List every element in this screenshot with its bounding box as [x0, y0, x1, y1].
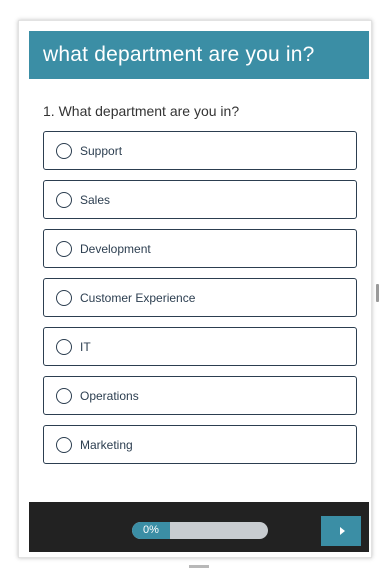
next-arrow-icon — [339, 527, 345, 535]
progress-bar: 0% — [132, 522, 268, 539]
radio-button[interactable] — [56, 289, 72, 306]
radio-button[interactable] — [56, 338, 72, 355]
radio-button[interactable] — [56, 387, 72, 404]
option-marketing[interactable]: Marketing — [43, 425, 357, 464]
scrollbar-handle[interactable] — [376, 284, 379, 302]
survey-panel: what department are you in? 1. What depa… — [18, 20, 372, 558]
answer-options: Support Sales Development Customer Exper… — [43, 131, 357, 474]
option-label: Operations — [80, 388, 139, 403]
option-customer-experience[interactable]: Customer Experience — [43, 278, 357, 317]
next-button[interactable] — [321, 516, 361, 546]
survey-footer: 0% — [29, 502, 369, 552]
radio-button[interactable] — [56, 142, 72, 159]
page: what department are you in? 1. What depa… — [0, 0, 387, 568]
option-development[interactable]: Development — [43, 229, 357, 268]
radio-button[interactable] — [56, 191, 72, 208]
progress-text: 0% — [143, 524, 159, 536]
question-label: 1. What department are you in? — [43, 103, 240, 119]
radio-button[interactable] — [56, 436, 72, 453]
option-label: IT — [80, 339, 91, 354]
option-label: Customer Experience — [80, 290, 196, 305]
option-label: Marketing — [80, 437, 133, 452]
option-operations[interactable]: Operations — [43, 376, 357, 415]
option-sales[interactable]: Sales — [43, 180, 357, 219]
option-support[interactable]: Support — [43, 131, 357, 170]
option-label: Support — [80, 143, 123, 158]
radio-button[interactable] — [56, 240, 72, 257]
option-it[interactable]: IT — [43, 327, 357, 366]
survey-header: what department are you in? — [29, 31, 369, 79]
survey-title: what department are you in? — [43, 43, 315, 66]
option-label: Sales — [80, 192, 111, 207]
option-label: Development — [80, 241, 151, 256]
